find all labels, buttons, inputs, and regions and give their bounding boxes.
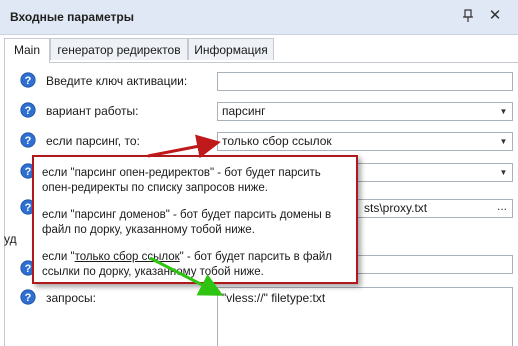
partial-label: уд xyxy=(4,232,17,246)
mode-select[interactable]: парсинг ▼ xyxy=(217,102,513,121)
mode-label: вариант работы: xyxy=(46,104,139,118)
if-parsing-label: если парсинг, то: xyxy=(46,134,140,148)
svg-text:?: ? xyxy=(25,202,32,214)
chevron-down-icon[interactable]: ▼ xyxy=(495,164,512,181)
close-icon[interactable]: ✕ xyxy=(487,8,503,24)
pin-icon[interactable] xyxy=(462,9,474,23)
browse-button[interactable]: ... xyxy=(492,200,512,217)
svg-text:?: ? xyxy=(25,105,32,117)
underlined-term: только сбор ссылок xyxy=(74,251,180,263)
title-bar: Входные параметры ✕ xyxy=(0,0,518,35)
tab-label: Информация xyxy=(194,43,268,57)
help-icon[interactable]: ? xyxy=(20,102,36,118)
callout-line: если "парсинг доменов" - бот будет парси… xyxy=(42,209,332,236)
if-parsing-select-value: только сбор ссылок xyxy=(222,134,332,148)
callout-line: если "только сбор ссылок" - бот будет па… xyxy=(42,251,332,278)
if-parsing-select[interactable]: только сбор ссылок ▼ xyxy=(217,132,513,151)
svg-text:?: ? xyxy=(25,135,32,147)
help-icon[interactable]: ? xyxy=(20,72,36,88)
svg-text:?: ? xyxy=(25,292,32,304)
tab-redirect-generator[interactable]: генератор редиректов xyxy=(50,38,188,60)
callout-line: если "парсинг опен-редиректов" - бот буд… xyxy=(42,167,321,194)
svg-text:?: ? xyxy=(25,75,32,87)
chevron-down-icon[interactable]: ▼ xyxy=(495,103,512,120)
tab-main[interactable]: Main xyxy=(4,38,50,63)
help-icon[interactable]: ? xyxy=(20,289,36,305)
tab-label: Main xyxy=(13,43,40,57)
svg-text:?: ? xyxy=(25,166,32,178)
mode-select-value: парсинг xyxy=(222,104,266,118)
svg-text:?: ? xyxy=(25,263,32,275)
tab-information[interactable]: Информация xyxy=(188,38,274,60)
queries-label: запросы: xyxy=(46,291,96,305)
queries-value: "vless://" filetype:txt xyxy=(222,291,326,305)
chevron-down-icon[interactable]: ▼ xyxy=(495,133,512,150)
help-icon[interactable]: ? xyxy=(20,132,36,148)
queries-textarea[interactable]: "vless://" filetype:txt xyxy=(217,287,513,346)
activation-key-label: Введите ключ активации: xyxy=(46,74,188,88)
proxy-file-value: sts\proxy.txt xyxy=(364,201,428,215)
activation-key-input[interactable] xyxy=(217,72,513,91)
annotation-callout: если "парсинг опен-редиректов" - бот буд… xyxy=(32,155,358,284)
tab-label: генератор редиректов xyxy=(57,43,181,57)
window-title: Входные параметры xyxy=(10,10,134,24)
dialog-window: Входные параметры ✕ Main генератор редир… xyxy=(0,0,518,346)
